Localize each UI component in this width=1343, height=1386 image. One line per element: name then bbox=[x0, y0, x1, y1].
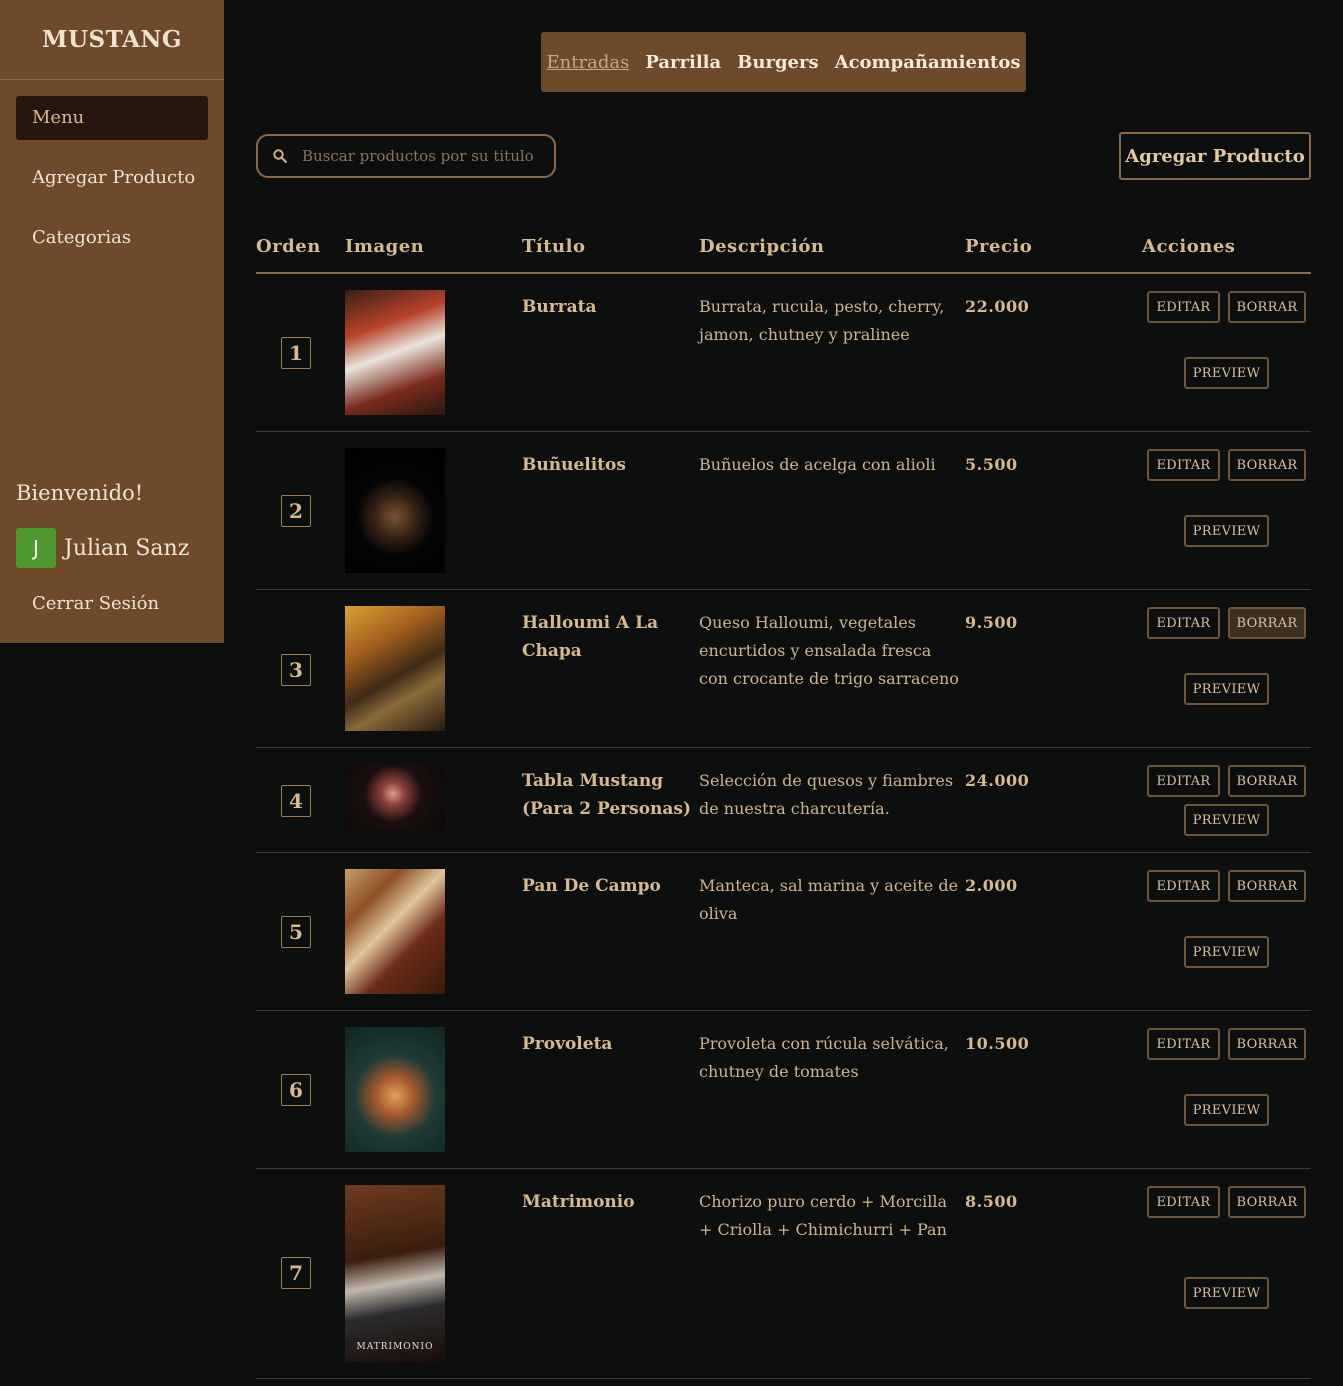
product-price: 2.000 bbox=[965, 876, 1018, 895]
preview-button[interactable]: PREVIEW bbox=[1184, 515, 1269, 547]
header-image: Imagen bbox=[345, 236, 425, 257]
brand-logo: MUSTANG bbox=[0, 0, 224, 80]
product-title: Matrimonio bbox=[522, 1192, 635, 1212]
pan-photo bbox=[345, 869, 445, 994]
table-row: 6 Provoleta Provoleta con rúcula selváti… bbox=[256, 1011, 1311, 1169]
sidebar-item-agregar-producto[interactable]: Agregar Producto bbox=[16, 156, 208, 200]
product-title: Pan De Campo bbox=[522, 876, 661, 896]
header-order: Orden bbox=[256, 236, 321, 257]
delete-button[interactable]: BORRAR bbox=[1228, 1028, 1306, 1060]
edit-button[interactable]: EDITAR bbox=[1147, 449, 1220, 481]
preview-button[interactable]: PREVIEW bbox=[1184, 673, 1269, 705]
preview-button[interactable]: PREVIEW bbox=[1184, 357, 1269, 389]
preview-button[interactable]: PREVIEW bbox=[1184, 1094, 1269, 1126]
edit-button[interactable]: EDITAR bbox=[1147, 291, 1220, 323]
table-row: 4 Tabla Mustang (Para 2 Personas) Selecc… bbox=[256, 748, 1311, 853]
add-product-button[interactable]: Agregar Producto bbox=[1119, 132, 1311, 180]
tabla-photo bbox=[345, 764, 445, 830]
preview-button[interactable]: PREVIEW bbox=[1184, 804, 1269, 836]
sidebar-item-categorias[interactable]: Categorias bbox=[16, 216, 208, 260]
delete-button[interactable]: BORRAR bbox=[1228, 291, 1306, 323]
header-actions: Acciones bbox=[1142, 236, 1236, 257]
delete-button[interactable]: BORRAR bbox=[1228, 1186, 1306, 1218]
product-title: Halloumi A La Chapa bbox=[522, 613, 659, 661]
user-name: Julian Sanz bbox=[64, 535, 190, 561]
product-description: Selección de quesos y fiambres de nuestr… bbox=[699, 771, 954, 818]
search-input[interactable] bbox=[300, 146, 544, 166]
table-row: 5 Pan De Campo Manteca, sal marina y ace… bbox=[256, 853, 1311, 1011]
order-number[interactable]: 4 bbox=[281, 785, 311, 817]
order-number[interactable]: 2 bbox=[281, 495, 311, 527]
preview-button[interactable]: PREVIEW bbox=[1184, 936, 1269, 968]
table-row: 1 Burrata Burrata, rucula, pesto, cherry… bbox=[256, 274, 1311, 432]
order-number[interactable]: 7 bbox=[281, 1257, 311, 1289]
product-title: Buñuelitos bbox=[522, 455, 626, 475]
product-price: 8.500 bbox=[965, 1192, 1018, 1211]
table-row: 3 Halloumi A La Chapa Queso Halloumi, ve… bbox=[256, 590, 1311, 748]
avatar: J bbox=[16, 528, 56, 568]
product-price: 24.000 bbox=[965, 771, 1030, 790]
product-description: Burrata, rucula, pesto, cherry, jamon, c… bbox=[699, 297, 945, 344]
product-title: Tabla Mustang (Para 2 Personas) bbox=[522, 771, 692, 819]
delete-button[interactable]: BORRAR bbox=[1228, 449, 1306, 481]
tab-entradas[interactable]: Entradas bbox=[547, 52, 630, 73]
logout-link[interactable]: Cerrar Sesión bbox=[32, 593, 159, 614]
header-title: Título bbox=[522, 236, 586, 257]
product-description: Chorizo puro cerdo + Morcilla + Criolla … bbox=[699, 1192, 948, 1239]
product-price: 10.500 bbox=[965, 1034, 1030, 1053]
delete-button[interactable]: BORRAR bbox=[1228, 870, 1306, 902]
search-icon bbox=[273, 149, 288, 164]
matrimonio-photo: MATRIMONIO bbox=[345, 1185, 445, 1362]
preview-button[interactable]: PREVIEW bbox=[1184, 1277, 1269, 1309]
tab-parrilla[interactable]: Parrilla bbox=[645, 52, 721, 73]
edit-button[interactable]: EDITAR bbox=[1147, 1186, 1220, 1218]
order-number[interactable]: 1 bbox=[281, 337, 311, 369]
table-row: 2 Buñuelitos Buñuelos de acelga con alio… bbox=[256, 432, 1311, 590]
image-caption: MATRIMONIO bbox=[356, 1342, 434, 1352]
header-description: Descripción bbox=[699, 236, 825, 257]
user-profile: J Julian Sanz bbox=[16, 528, 189, 568]
products-table: 1 Burrata Burrata, rucula, pesto, cherry… bbox=[256, 274, 1311, 1379]
burrata-photo bbox=[345, 290, 445, 415]
product-price: 9.500 bbox=[965, 613, 1018, 632]
edit-button[interactable]: EDITAR bbox=[1147, 607, 1220, 639]
order-number[interactable]: 6 bbox=[281, 1074, 311, 1106]
edit-button[interactable]: EDITAR bbox=[1147, 870, 1220, 902]
search-box bbox=[256, 134, 556, 178]
product-title: Provoleta bbox=[522, 1034, 613, 1054]
halloumi-photo bbox=[345, 606, 445, 731]
tab-acompanamientos[interactable]: Acompañamientos bbox=[835, 52, 1021, 73]
delete-button[interactable]: BORRAR bbox=[1228, 765, 1306, 797]
tab-burgers[interactable]: Burgers bbox=[737, 52, 818, 73]
sidebar-item-menu[interactable]: Menu bbox=[16, 96, 208, 140]
product-description: Queso Halloumi, vegetales encurtidos y e… bbox=[699, 613, 959, 688]
delete-button[interactable]: BORRAR bbox=[1228, 607, 1306, 639]
edit-button[interactable]: EDITAR bbox=[1147, 1028, 1220, 1060]
category-tabs: Entradas Parrilla Burgers Acompañamiento… bbox=[541, 32, 1026, 92]
order-number[interactable]: 3 bbox=[281, 654, 311, 686]
table-header: Orden Imagen Título Descripción Precio A… bbox=[256, 226, 1311, 274]
product-description: Provoleta con rúcula selvática, chutney … bbox=[699, 1034, 949, 1081]
welcome-text: Bienvenido! bbox=[16, 481, 144, 505]
product-price: 22.000 bbox=[965, 297, 1030, 316]
product-description: Buñuelos de acelga con alioli bbox=[699, 455, 936, 474]
header-price: Precio bbox=[965, 236, 1033, 257]
order-number[interactable]: 5 bbox=[281, 916, 311, 948]
provoleta-photo bbox=[345, 1027, 445, 1152]
product-price: 5.500 bbox=[965, 455, 1018, 474]
product-description: Manteca, sal marina y aceite de oliva bbox=[699, 876, 959, 923]
table-row: 7 MATRIMONIO Matrimonio Chorizo puro cer… bbox=[256, 1169, 1311, 1379]
product-title: Burrata bbox=[522, 297, 597, 317]
edit-button[interactable]: EDITAR bbox=[1147, 765, 1220, 797]
sidebar: MUSTANG Menu Agregar Producto Categorias… bbox=[0, 0, 224, 643]
bunuelitos-photo bbox=[345, 448, 445, 573]
